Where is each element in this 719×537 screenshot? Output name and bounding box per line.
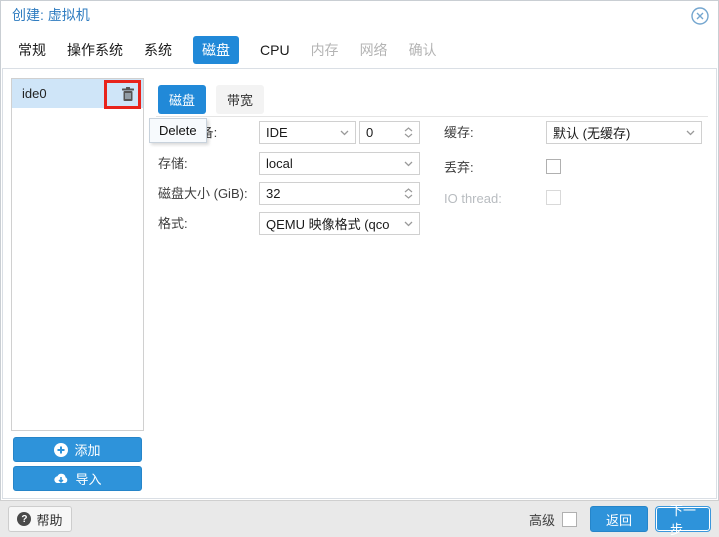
tab-system[interactable]: 系统 bbox=[144, 36, 172, 64]
disk-size-spinner[interactable]: 32 bbox=[259, 182, 420, 205]
help-label: 帮助 bbox=[36, 510, 62, 529]
tab-confirm: 确认 bbox=[409, 36, 437, 64]
storage-label: 存储: bbox=[158, 152, 188, 175]
bus-number-spinner[interactable]: 0 bbox=[359, 121, 420, 144]
advanced-checkbox[interactable] bbox=[562, 512, 577, 527]
cloud-download-icon bbox=[53, 472, 69, 485]
delete-tooltip: Delete bbox=[149, 118, 207, 143]
form-separator bbox=[156, 116, 708, 117]
tab-network: 网络 bbox=[360, 36, 388, 64]
subtab-bandwidth[interactable]: 带宽 bbox=[216, 85, 264, 114]
import-disk-button[interactable]: 导入 bbox=[13, 466, 142, 491]
create-vm-dialog: 创建: 虚拟机 常规 操作系统 系统 磁盘 CPU 内存 网络 确认 ide0 bbox=[0, 0, 719, 537]
dialog-titlebar: 创建: 虚拟机 bbox=[0, 0, 719, 30]
question-circle-icon: ? bbox=[17, 512, 31, 526]
footer-actions: 高级 返回 下一步 bbox=[529, 506, 711, 532]
close-icon[interactable] bbox=[691, 7, 709, 25]
dialog-title: 创建: 虚拟机 bbox=[12, 5, 90, 25]
advanced-label: 高级 bbox=[529, 510, 555, 529]
bus-select[interactable]: IDE bbox=[259, 121, 356, 144]
add-disk-button[interactable]: 添加 bbox=[13, 437, 142, 462]
subtab-disk[interactable]: 磁盘 bbox=[158, 85, 206, 114]
chevron-down-icon bbox=[340, 130, 349, 136]
plus-circle-icon bbox=[54, 443, 68, 457]
wizard-tabbar: 常规 操作系统 系统 磁盘 CPU 内存 网络 确认 bbox=[0, 31, 719, 68]
spinner-arrows-icon[interactable] bbox=[404, 188, 413, 199]
back-button[interactable]: 返回 bbox=[590, 506, 648, 532]
tab-os[interactable]: 操作系统 bbox=[67, 36, 123, 64]
cache-label: 缓存: bbox=[444, 121, 474, 144]
spinner-arrows-icon[interactable] bbox=[404, 127, 413, 138]
cache-select[interactable]: 默认 (无缓存) bbox=[546, 121, 702, 144]
format-select[interactable]: QEMU 映像格式 (qco bbox=[259, 212, 420, 235]
trash-icon[interactable] bbox=[121, 79, 135, 108]
chevron-down-icon bbox=[686, 130, 695, 136]
disk-subtabs: 磁盘 带宽 bbox=[158, 85, 264, 114]
help-button[interactable]: ? 帮助 bbox=[8, 506, 72, 532]
chevron-down-icon bbox=[404, 161, 413, 167]
disk-size-label: 磁盘大小 (GiB): bbox=[158, 182, 248, 205]
disk-list-item-ide0[interactable]: ide0 bbox=[12, 79, 143, 108]
next-button[interactable]: 下一步 bbox=[655, 506, 711, 532]
iothread-checkbox bbox=[546, 190, 561, 205]
disks-panel: ide0 添加 bbox=[2, 68, 717, 499]
dialog-footer: ? 帮助 高级 返回 下一步 bbox=[0, 500, 719, 537]
storage-select[interactable]: local bbox=[259, 152, 420, 175]
iothread-label: IO thread: bbox=[444, 187, 502, 210]
tab-cpu[interactable]: CPU bbox=[260, 38, 290, 62]
add-disk-label: 添加 bbox=[74, 440, 100, 459]
format-label: 格式: bbox=[158, 212, 188, 235]
discard-label: 丢弃: bbox=[444, 156, 474, 179]
disk-item-label: ide0 bbox=[22, 86, 47, 101]
chevron-down-icon bbox=[404, 221, 413, 227]
tab-memory: 内存 bbox=[311, 36, 339, 64]
tab-disks[interactable]: 磁盘 bbox=[193, 36, 239, 64]
import-disk-label: 导入 bbox=[75, 469, 101, 488]
discard-checkbox[interactable] bbox=[546, 159, 561, 174]
tab-general[interactable]: 常规 bbox=[18, 36, 46, 64]
disk-list: ide0 bbox=[11, 78, 144, 431]
